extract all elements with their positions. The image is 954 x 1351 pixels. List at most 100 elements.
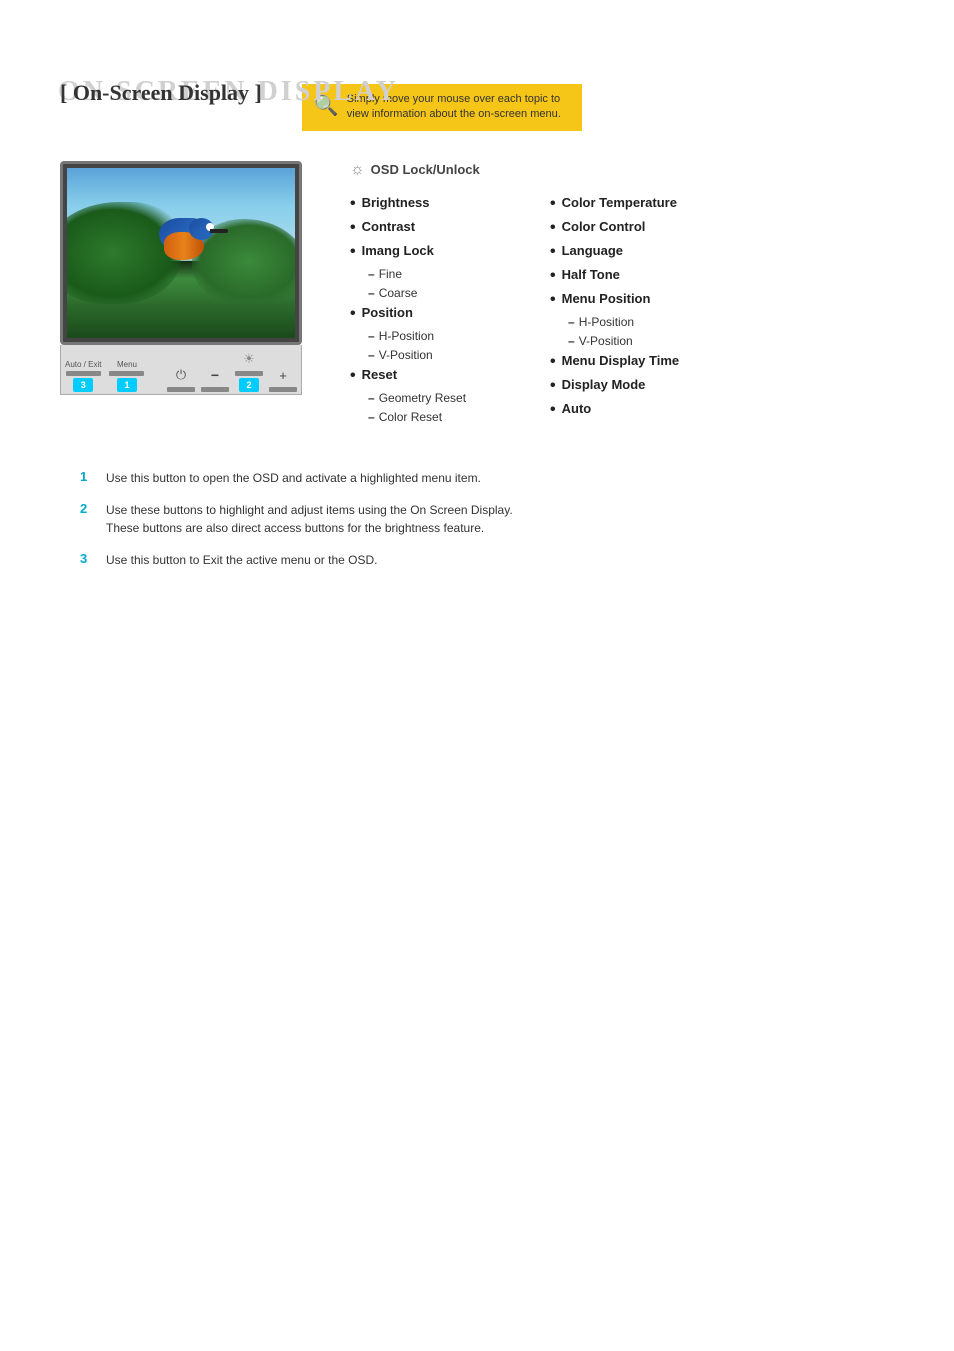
menu-col-right: • Color Temperature • Color Control • — [550, 195, 690, 429]
list-item-half-tone: • Half Tone — [550, 267, 690, 284]
list-item-imang-lock: • Imang Lock – Fine – Coarse — [350, 243, 490, 300]
list-item-language: • Language — [550, 243, 690, 260]
power-group: ⏻ — [167, 367, 195, 392]
menu-label-brightness: Brightness — [362, 195, 430, 210]
sub-label-hpos: H-Position — [379, 329, 434, 343]
menu-label-imang: Imang Lock — [362, 243, 434, 258]
sub-label-color: Color Reset — [379, 410, 442, 424]
osd-lock-line: ☼ OSD Lock/Unlock — [350, 161, 894, 179]
monitor-scene — [67, 168, 295, 338]
bullet-color-ctrl: • — [550, 220, 556, 236]
plus-icon: + — [279, 368, 287, 383]
sub-item-vpos: – V-Position — [368, 348, 490, 362]
menu-label-reset: Reset — [362, 367, 397, 382]
list-item-brightness: • Brightness — [350, 195, 490, 212]
sub-label-menu-hpos: H-Position — [579, 315, 634, 329]
sub-label-coarse: Coarse — [379, 286, 418, 300]
sub-item-hpos: – H-Position — [368, 329, 490, 343]
sub-item-color-reset: – Color Reset — [368, 410, 490, 424]
instr-text-1: Use this button to open the OSD and acti… — [106, 469, 481, 487]
power-icon: ⏻ — [176, 367, 186, 383]
title-section: On Screen Display [ On-Screen Display ] … — [60, 80, 894, 131]
sub-label-vpos: V-Position — [379, 348, 433, 362]
instructions-section: 1 Use this button to open the OSD and ac… — [60, 469, 894, 569]
instr-num-3: 3 — [80, 551, 94, 566]
plus-bar — [269, 387, 297, 392]
bullet-reset: • — [350, 368, 356, 384]
osd-lock-text: OSD Lock/Unlock — [371, 162, 480, 177]
page-container: On Screen Display [ On-Screen Display ] … — [0, 0, 954, 643]
list-item-contrast: • Contrast — [350, 219, 490, 236]
instr-num-2: 2 — [80, 501, 94, 516]
dash-fine: – — [368, 267, 375, 281]
dash-geom: – — [368, 391, 375, 405]
menu-label-menu-pos: Menu Position — [562, 291, 651, 306]
menu-group: Menu 1 — [109, 360, 144, 392]
menu-label-display-mode: Display Mode — [562, 377, 646, 392]
badge-1: 1 — [117, 378, 137, 392]
menu-bar — [109, 371, 144, 376]
list-item-reset: • Reset – Geometry Reset – Color Reset — [350, 367, 490, 424]
minus-group: − — [201, 367, 229, 392]
bullet-contrast: • — [350, 220, 356, 236]
list-item-color-temp: • Color Temperature — [550, 195, 690, 212]
brightness-group: ☀ 2 — [235, 351, 263, 392]
instruction-3: 3 Use this button to Exit the active men… — [80, 551, 894, 569]
auto-exit-label: Auto / Exit — [65, 360, 101, 369]
main-content: Auto / Exit 3 Menu 1 ⏻ — [60, 161, 894, 429]
title-text: [ On-Screen Display ] — [60, 80, 262, 106]
brightness-icon: ☀ — [243, 351, 255, 367]
menu-columns: • Brightness • Contrast • Imang — [350, 195, 894, 429]
bullet-menu-disp: • — [550, 354, 556, 370]
controls-strip: Auto / Exit 3 Menu 1 ⏻ — [60, 345, 302, 395]
bullet-brightness: • — [350, 196, 356, 212]
monitor-section: Auto / Exit 3 Menu 1 ⏻ — [60, 161, 310, 395]
sub-item-menu-vpos: – V-Position — [568, 334, 690, 348]
bullet-imang: • — [350, 244, 356, 260]
monitor-frame — [60, 161, 302, 345]
menu-label-contrast: Contrast — [362, 219, 415, 234]
bullet-auto: • — [550, 402, 556, 418]
bullet-menu-pos: • — [550, 292, 556, 308]
list-item-menu-position: • Menu Position – H-Position – V-Positio… — [550, 291, 690, 348]
plus-group: + — [269, 368, 297, 392]
bullet-color-temp: • — [550, 196, 556, 212]
osd-lock-icon: ☼ — [350, 161, 365, 179]
badge-2: 2 — [239, 378, 259, 392]
menu-label-color-temp: Color Temperature — [562, 195, 677, 210]
bullet-position: • — [350, 306, 356, 322]
menu-label-language: Language — [562, 243, 623, 258]
sub-item-geom-reset: – Geometry Reset — [368, 391, 490, 405]
minus-icon: − — [211, 367, 219, 383]
auto-exit-group: Auto / Exit 3 — [65, 360, 101, 392]
page-title: On Screen Display [ On-Screen Display ] — [60, 80, 262, 106]
menu-label: Menu — [117, 360, 137, 369]
instr-text-2: Use these buttons to highlight and adjus… — [106, 501, 526, 537]
menu-label-auto: Auto — [562, 401, 592, 416]
dash-color: – — [368, 410, 375, 424]
osd-panel: ☼ OSD Lock/Unlock • Brightness • — [350, 161, 894, 429]
sub-item-coarse: – Coarse — [368, 286, 490, 300]
minus-bar — [201, 387, 229, 392]
instr-text-3: Use this button to Exit the active menu … — [106, 551, 377, 569]
sub-label-menu-vpos: V-Position — [579, 334, 633, 348]
badge-3: 3 — [73, 378, 93, 392]
list-item-display-mode: • Display Mode — [550, 377, 690, 394]
sub-label-fine: Fine — [379, 267, 402, 281]
dash-vpos: – — [368, 348, 375, 362]
list-item-auto: • Auto — [550, 401, 690, 418]
dash-menu-vpos: – — [568, 334, 575, 348]
auto-exit-bar — [66, 371, 101, 376]
bullet-language: • — [550, 244, 556, 260]
menu-label-color-ctrl: Color Control — [562, 219, 646, 234]
instruction-2: 2 Use these buttons to highlight and adj… — [80, 501, 894, 537]
list-item-menu-display-time: • Menu Display Time — [550, 353, 690, 370]
power-bar — [167, 387, 195, 392]
sub-item-fine: – Fine — [368, 267, 490, 281]
badge-2-group: 2 — [239, 378, 259, 392]
dash-coarse: – — [368, 286, 375, 300]
instruction-1: 1 Use this button to open the OSD and ac… — [80, 469, 894, 487]
brightness-bar — [235, 371, 263, 376]
dash-menu-hpos: – — [568, 315, 575, 329]
dash-hpos: – — [368, 329, 375, 343]
